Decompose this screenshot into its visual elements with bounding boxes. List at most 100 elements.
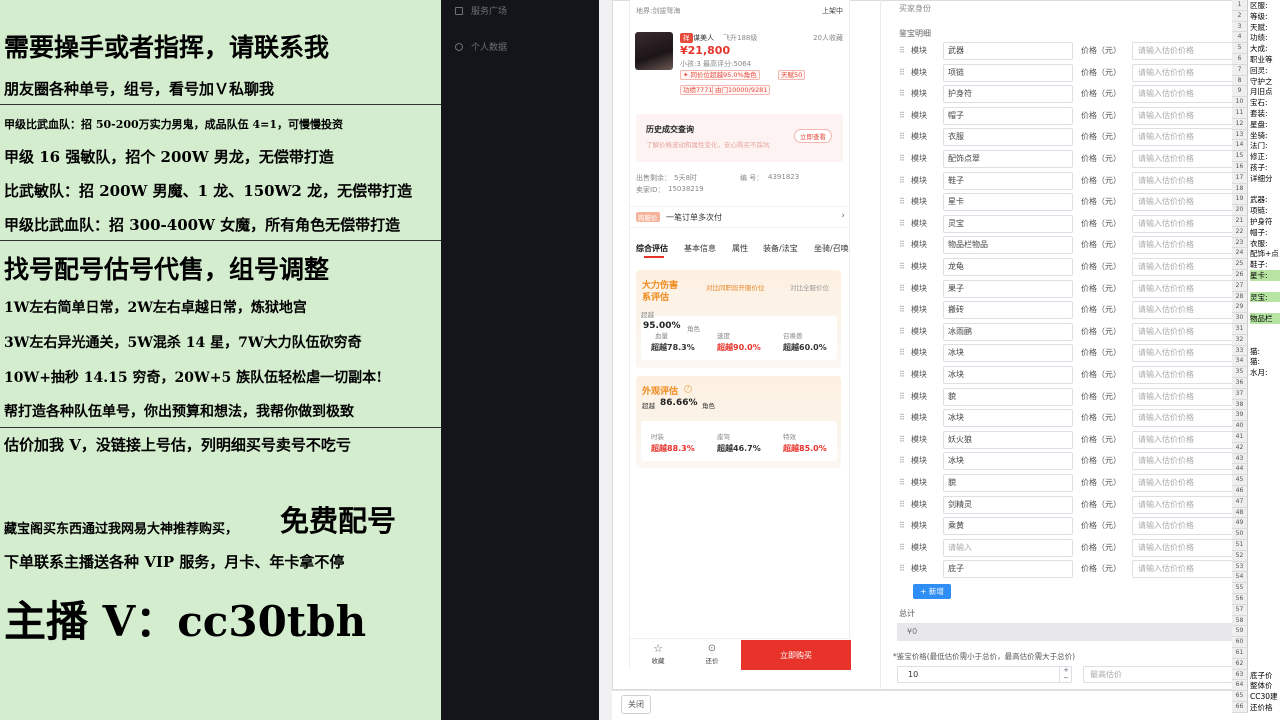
module-name-input[interactable]: 请输入 <box>943 538 1073 557</box>
module-name-input[interactable]: 底子 <box>943 560 1073 579</box>
module-name-input[interactable]: 冰块 <box>943 344 1073 363</box>
sheet-cell[interactable]: 天赋: <box>1250 22 1280 33</box>
drag-handle-icon[interactable]: ⠿ <box>899 521 907 531</box>
sheet-cell[interactable]: 回灵: <box>1250 65 1280 76</box>
sheet-cell[interactable]: CC30建 <box>1250 691 1280 702</box>
sheet-cell[interactable] <box>1250 572 1280 583</box>
sheet-cell[interactable] <box>1250 443 1280 454</box>
row-number[interactable]: 66 <box>1232 702 1248 713</box>
row-number[interactable]: 31 <box>1232 324 1248 335</box>
sheet-cell[interactable]: 月旧点 <box>1250 86 1280 97</box>
row-number[interactable]: 40 <box>1232 421 1248 432</box>
module-name-input[interactable]: 物品栏物品 <box>943 236 1073 255</box>
sheet-cell[interactable]: 职业等 <box>1250 54 1280 65</box>
sheet-cell[interactable] <box>1250 486 1280 497</box>
row-number[interactable]: 44 <box>1232 464 1248 476</box>
row-number[interactable]: 45 <box>1232 475 1248 486</box>
sheet-cell[interactable]: 功绩: <box>1250 32 1280 43</box>
drag-handle-icon[interactable]: ⠿ <box>899 370 907 380</box>
sheet-cell[interactable] <box>1250 583 1280 594</box>
row-number[interactable]: 65 <box>1232 691 1248 702</box>
sheet-cell[interactable]: 星卡: <box>1250 270 1280 281</box>
row-number[interactable]: 42 <box>1232 442 1248 454</box>
row-number[interactable]: 10 <box>1232 97 1248 108</box>
row-number[interactable]: 6 <box>1232 54 1248 65</box>
row-number[interactable]: 14 <box>1232 140 1248 152</box>
row-number[interactable]: 43 <box>1232 453 1248 465</box>
sheet-cell[interactable] <box>1250 637 1280 648</box>
row-number[interactable]: 8 <box>1232 75 1248 87</box>
row-number[interactable]: 50 <box>1232 529 1248 540</box>
module-name-input[interactable]: 冰块 <box>943 409 1073 428</box>
sheet-cell[interactable] <box>1250 335 1280 346</box>
sheet-cell[interactable] <box>1250 594 1280 605</box>
sheet-cell[interactable] <box>1250 432 1280 443</box>
module-name-input[interactable]: 武器 <box>943 42 1073 60</box>
drag-handle-icon[interactable]: ⠿ <box>899 478 907 488</box>
drag-handle-icon[interactable]: ⠿ <box>899 219 907 229</box>
drag-handle-icon[interactable]: ⠿ <box>899 111 907 121</box>
row-number[interactable]: 33 <box>1232 345 1248 357</box>
row-number[interactable]: 34 <box>1232 356 1248 368</box>
module-name-input[interactable]: 护身符 <box>943 85 1073 104</box>
sheet-cell[interactable]: 套装: <box>1250 108 1280 119</box>
max-price-input[interactable]: 最高估价 <box>1083 666 1233 683</box>
sheet-cell[interactable]: 猫: <box>1250 346 1280 357</box>
drag-handle-icon[interactable]: ⠿ <box>899 68 907 78</box>
sheet-cell[interactable] <box>1250 389 1280 400</box>
sheet-cell[interactable]: 等级: <box>1250 11 1280 22</box>
add-row-button[interactable]: + 新增 <box>913 584 951 599</box>
drag-handle-icon[interactable]: ⠿ <box>899 564 907 574</box>
row-number[interactable]: 3 <box>1232 21 1248 33</box>
bargain-button[interactable]: ⊙ 还价 <box>698 643 726 665</box>
drag-handle-icon[interactable]: ⠿ <box>899 543 907 553</box>
drag-handle-icon[interactable]: ⠿ <box>899 392 907 402</box>
eval-compare-all[interactable]: 对比全服价位 <box>790 282 829 292</box>
installment-row[interactable]: 跨服价 一笔订单多次付 › <box>630 206 851 228</box>
row-number[interactable]: 23 <box>1232 237 1248 249</box>
module-name-input[interactable]: 星卡 <box>943 193 1073 212</box>
module-name-input[interactable]: 妖火狼 <box>943 430 1073 449</box>
sheet-cell[interactable] <box>1250 378 1280 389</box>
module-name-input[interactable]: 乘黄 <box>943 517 1073 536</box>
row-number[interactable]: 38 <box>1232 399 1248 411</box>
drag-handle-icon[interactable]: ⠿ <box>899 305 907 315</box>
tab-attributes[interactable]: 属性 <box>732 243 748 254</box>
sheet-cell[interactable] <box>1250 659 1280 670</box>
module-name-input[interactable]: 冰雨鹂 <box>943 322 1073 341</box>
sheet-cell[interactable]: 底子价 <box>1250 670 1280 681</box>
row-number[interactable]: 63 <box>1232 669 1248 681</box>
module-name-input[interactable]: 冰块 <box>943 452 1073 471</box>
history-view-button[interactable]: 立即查看 <box>794 129 832 143</box>
drag-handle-icon[interactable]: ⠿ <box>899 284 907 294</box>
sheet-cell[interactable] <box>1250 400 1280 411</box>
sheet-cell[interactable] <box>1250 281 1280 292</box>
sheet-cell[interactable] <box>1250 648 1280 659</box>
row-number[interactable]: 39 <box>1232 410 1248 422</box>
sheet-cell[interactable] <box>1250 562 1280 573</box>
row-number[interactable]: 21 <box>1232 216 1248 227</box>
row-number[interactable]: 26 <box>1232 270 1248 281</box>
drag-handle-icon[interactable]: ⠿ <box>899 176 907 186</box>
module-name-input[interactable]: 灵宝 <box>943 214 1073 233</box>
sheet-cell[interactable]: 详细分 <box>1250 173 1280 184</box>
row-number[interactable]: 47 <box>1232 496 1248 508</box>
row-number[interactable]: 18 <box>1232 183 1248 195</box>
drag-handle-icon[interactable]: ⠿ <box>899 348 907 358</box>
row-number[interactable]: 25 <box>1232 259 1248 270</box>
row-number[interactable]: 27 <box>1232 280 1248 292</box>
row-number[interactable]: 36 <box>1232 378 1248 389</box>
row-number[interactable]: 7 <box>1232 64 1248 76</box>
row-number[interactable]: 15 <box>1232 151 1248 162</box>
module-name-input[interactable]: 搬砖 <box>943 301 1073 320</box>
row-number[interactable]: 9 <box>1232 86 1248 98</box>
drag-handle-icon[interactable]: ⠿ <box>899 132 907 142</box>
tab-mounts[interactable]: 坐骑/召唤 <box>814 243 849 254</box>
row-number[interactable]: 35 <box>1232 367 1248 378</box>
row-number[interactable]: 53 <box>1232 561 1248 573</box>
sidebar-item-personal-data[interactable]: 个人数据 <box>455 40 507 53</box>
eval-compare-active[interactable]: 对比同职段开服价位 <box>706 282 765 292</box>
sheet-cell[interactable]: 修正: <box>1250 151 1280 162</box>
module-name-input[interactable]: 项链 <box>943 63 1073 82</box>
sheet-cell[interactable]: 宝石: <box>1250 97 1280 108</box>
